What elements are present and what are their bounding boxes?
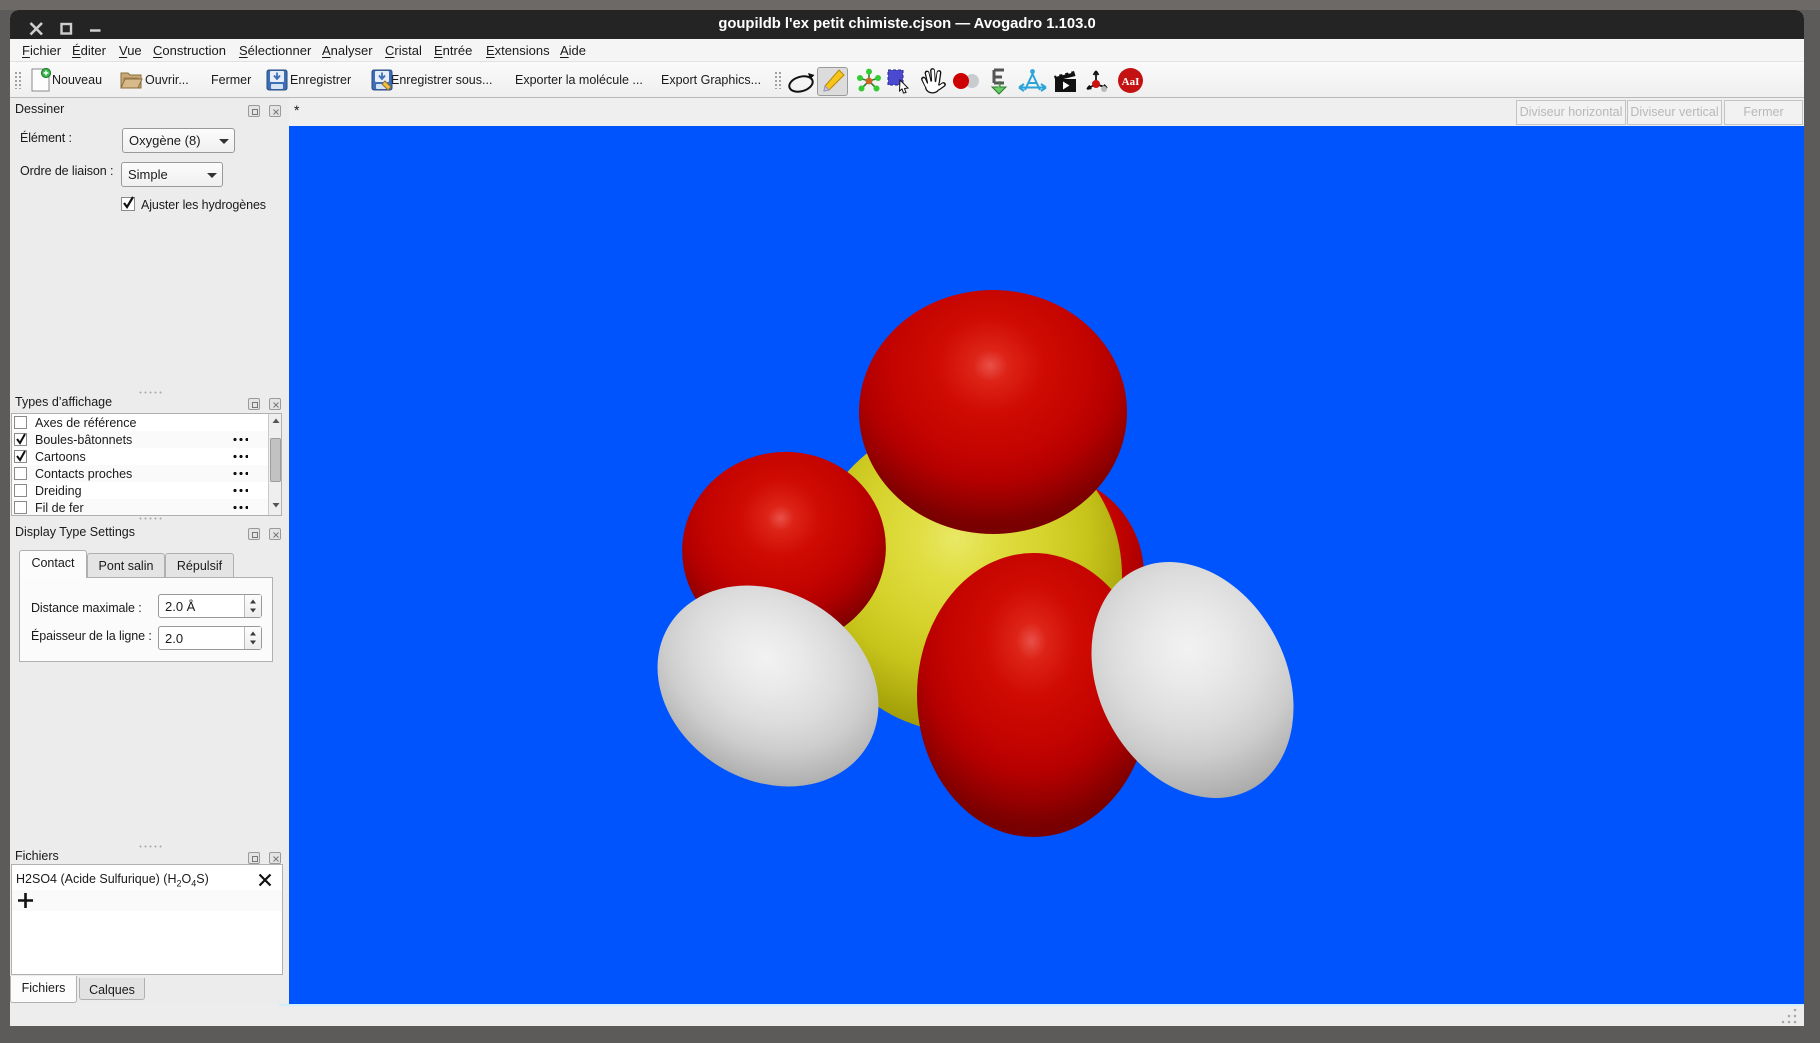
svg-text:AaI: AaI [1122,76,1140,88]
